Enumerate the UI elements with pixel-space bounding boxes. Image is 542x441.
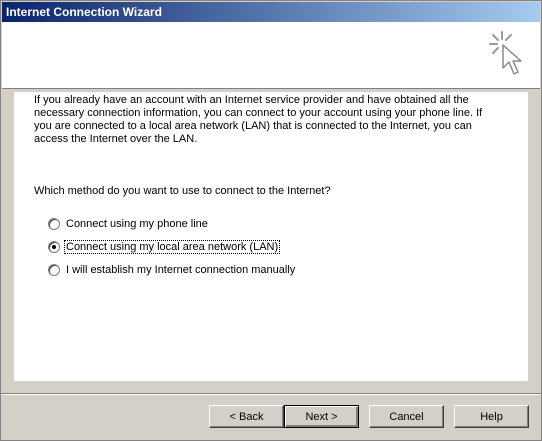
window-title: Internet Connection Wizard <box>6 5 162 19</box>
option-manual[interactable]: I will establish my Internet connection … <box>48 262 296 278</box>
wizard-header <box>2 22 540 89</box>
intro-text: If you already have an account with an I… <box>34 94 483 145</box>
radio-phone-line[interactable] <box>48 218 60 230</box>
next-button[interactable]: Next > <box>284 405 359 428</box>
help-button[interactable]: Help <box>454 405 529 428</box>
wizard-window: Internet Connection Wizard If you alread… <box>0 0 542 441</box>
radio-lan[interactable] <box>48 241 60 253</box>
option-lan-label[interactable]: Connect using my local area network (LAN… <box>63 240 281 254</box>
back-button[interactable]: < Back <box>209 405 284 428</box>
radio-manual[interactable] <box>48 264 60 276</box>
option-phone-line[interactable]: Connect using my phone line <box>48 216 209 232</box>
cancel-button[interactable]: Cancel <box>369 405 444 428</box>
wizard-cursor-icon <box>489 31 522 75</box>
question-text: Which method do you want to use to conne… <box>34 185 331 197</box>
option-phone-line-label[interactable]: Connect using my phone line <box>65 218 209 230</box>
option-lan[interactable]: Connect using my local area network (LAN… <box>48 239 281 255</box>
option-manual-label[interactable]: I will establish my Internet connection … <box>65 264 296 276</box>
title-bar[interactable]: Internet Connection Wizard <box>2 2 540 22</box>
button-separator <box>1 393 541 395</box>
